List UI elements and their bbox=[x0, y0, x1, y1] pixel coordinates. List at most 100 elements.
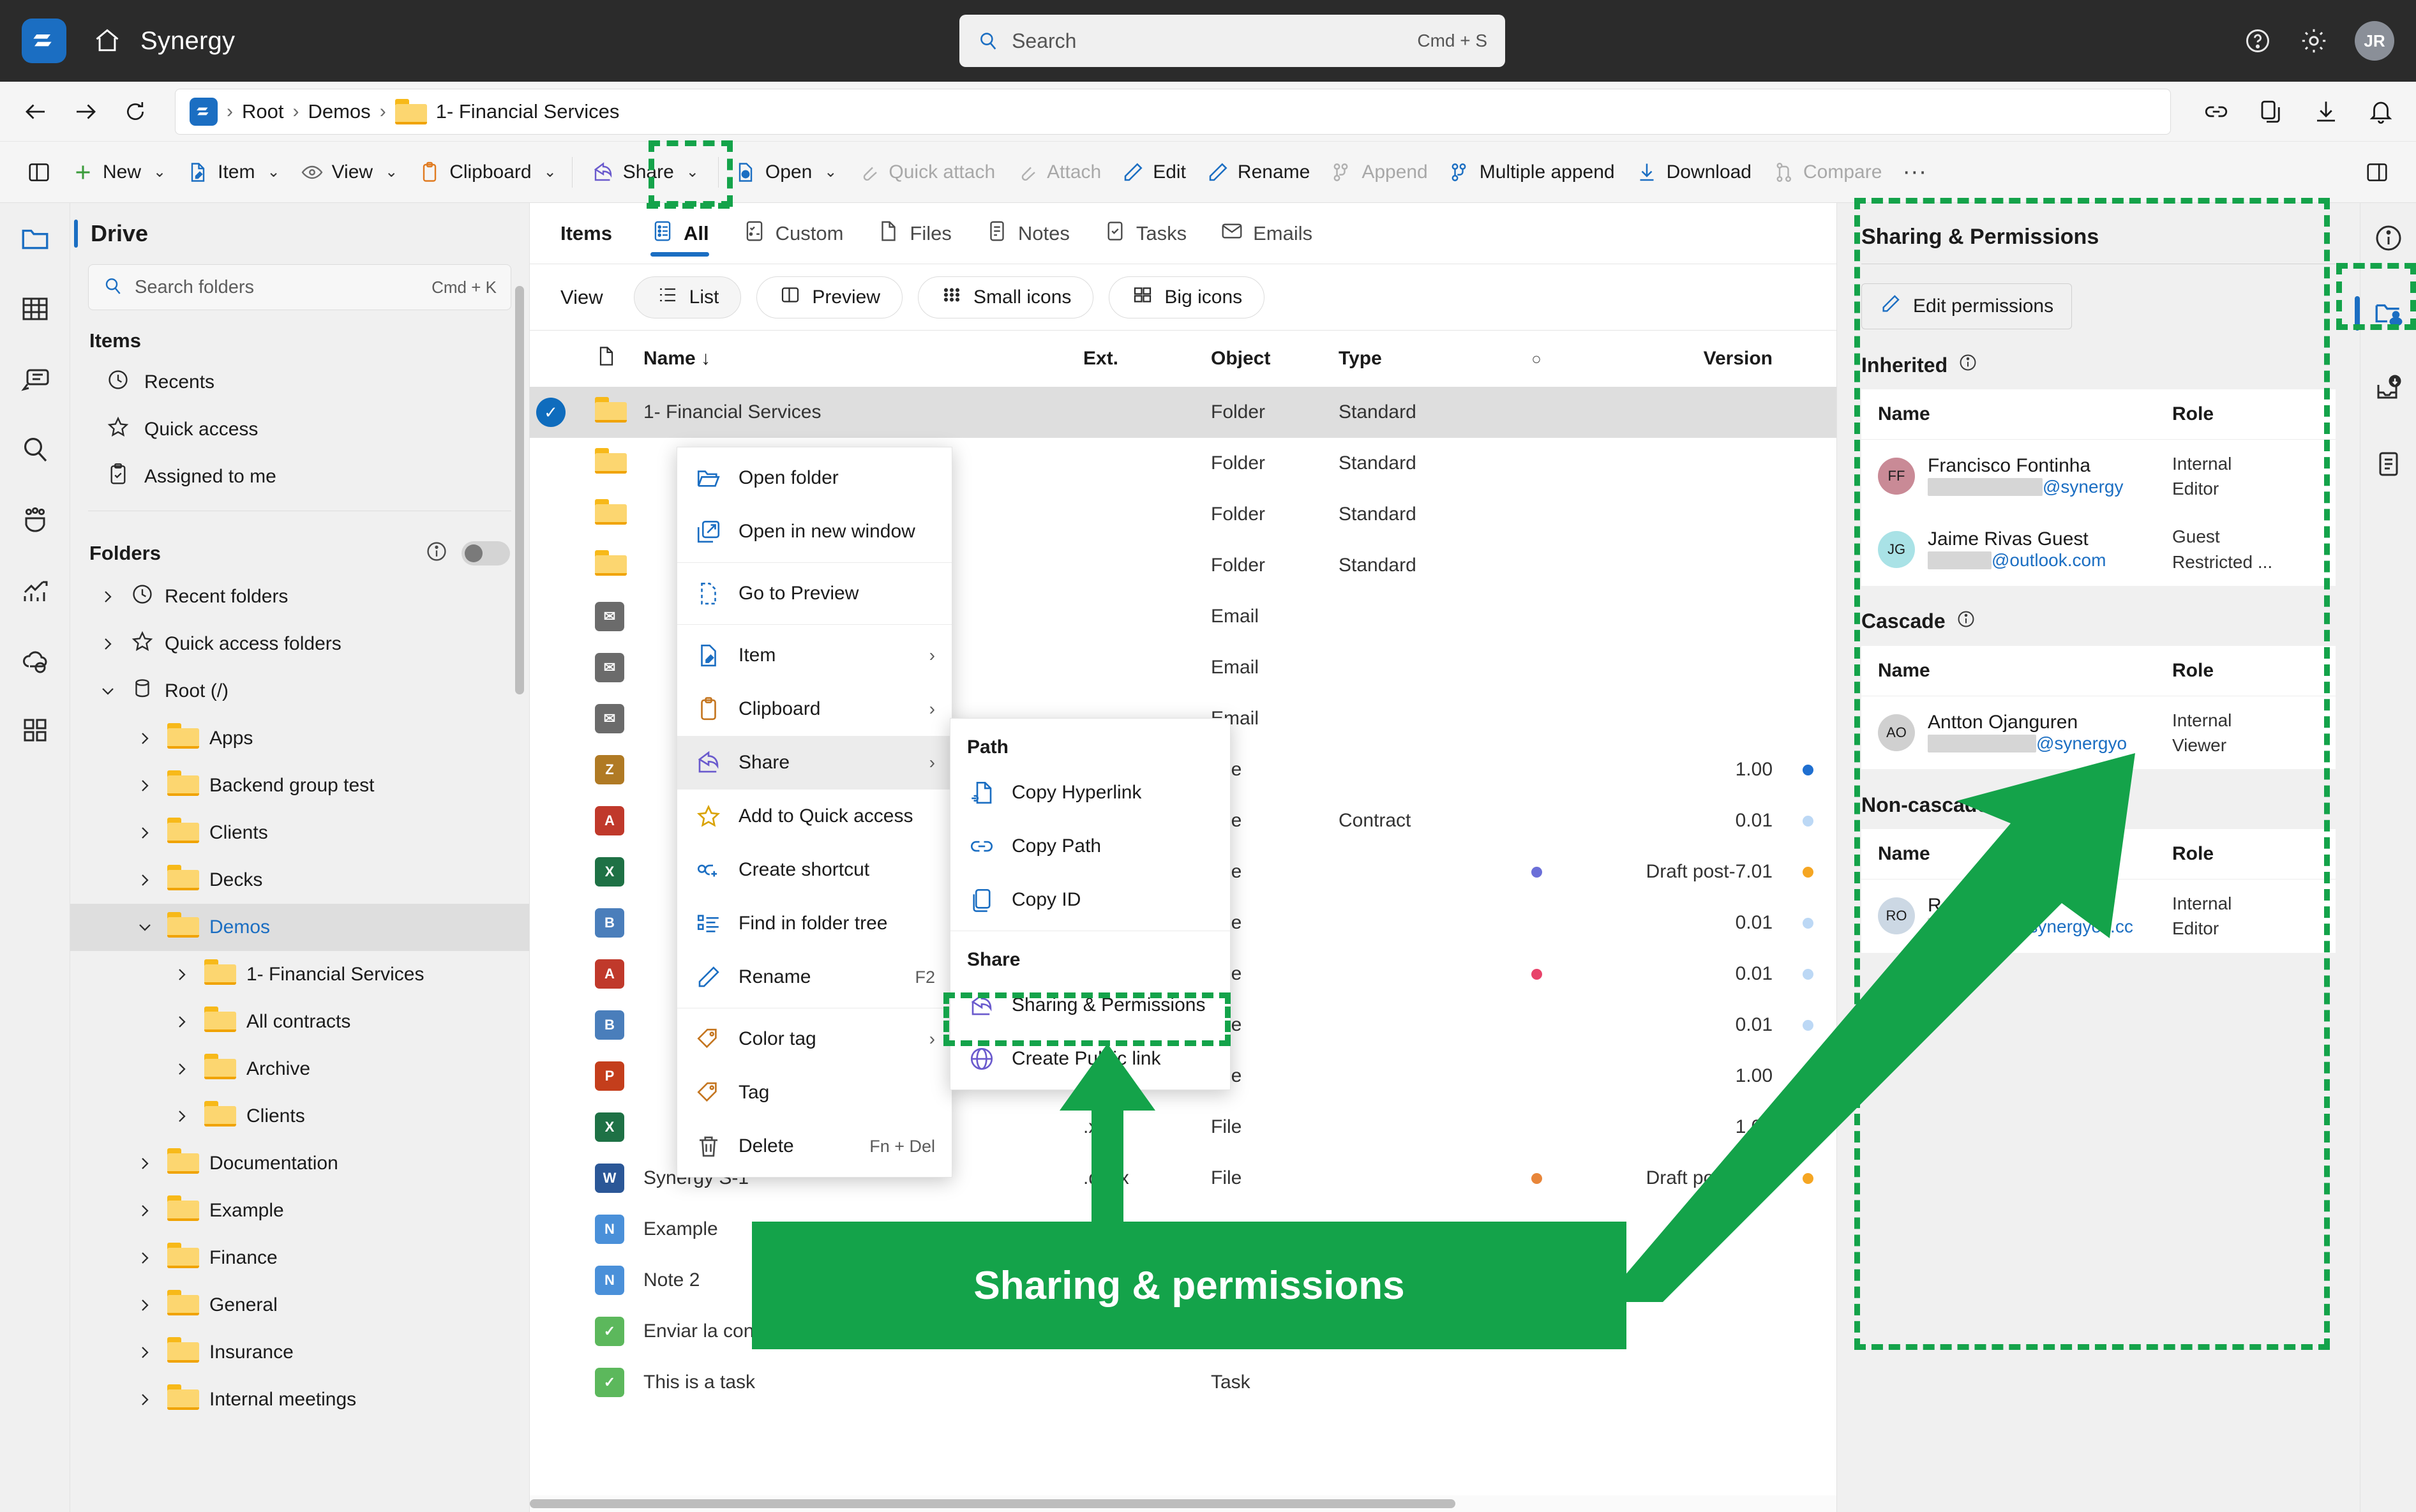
view-mode-preview[interactable]: Preview bbox=[756, 276, 903, 318]
sidebar-item-assigned-to-me[interactable]: Assigned to me bbox=[70, 453, 529, 500]
home-icon[interactable] bbox=[91, 24, 124, 57]
rail-card-list-icon[interactable] bbox=[15, 359, 56, 400]
tree-node-internal-meetings[interactable]: Internal meetings bbox=[70, 1376, 529, 1423]
cell-select[interactable] bbox=[530, 846, 589, 897]
refresh-icon[interactable] bbox=[119, 95, 152, 128]
tree-node-decks[interactable]: Decks bbox=[70, 857, 529, 904]
chevron-right-icon[interactable] bbox=[133, 1248, 157, 1268]
chevron-right-icon[interactable] bbox=[170, 964, 194, 985]
rail-folder-drive-icon[interactable] bbox=[15, 218, 56, 259]
cell-select[interactable] bbox=[530, 438, 589, 489]
table-row[interactable]: ✓ 1- Financial Services Folder Standard bbox=[530, 387, 1836, 438]
search-input[interactable]: Search Cmd + S bbox=[959, 15, 1506, 67]
tree-node-demos[interactable]: Demos bbox=[70, 904, 529, 951]
rail-analytics-icon[interactable] bbox=[15, 569, 56, 610]
cell-select[interactable] bbox=[530, 1357, 589, 1408]
breadcrumb-item-root[interactable]: Root bbox=[242, 100, 283, 123]
menu-item-open-in-new-window[interactable]: Open in new window bbox=[677, 505, 952, 558]
context-menu[interactable]: Open folder Open in new window Go to Previ… bbox=[677, 447, 952, 1178]
menu-item-color-tag[interactable]: Color tag › bbox=[677, 1012, 952, 1066]
cell-select[interactable] bbox=[530, 1153, 589, 1204]
chevron-right-icon[interactable] bbox=[96, 587, 120, 607]
tab-tasks[interactable]: Tasks bbox=[1086, 203, 1203, 264]
rail-document-icon[interactable] bbox=[2369, 444, 2408, 484]
breadcrumb-item-demos[interactable]: Demos bbox=[308, 100, 370, 123]
tree-node-clients[interactable]: Clients bbox=[70, 1093, 529, 1140]
cell-select[interactable] bbox=[530, 591, 589, 642]
arrow-left-icon[interactable] bbox=[19, 95, 52, 128]
cell-select[interactable] bbox=[530, 642, 589, 693]
tree-node-documentation[interactable]: Documentation bbox=[70, 1140, 529, 1187]
tree-node-quick-access-folders[interactable]: Quick access folders bbox=[70, 620, 529, 668]
ribbon-quick-attach-button[interactable]: Quick attach bbox=[847, 151, 1005, 193]
submenu-item-copy-path[interactable]: Copy Path bbox=[950, 820, 1230, 873]
ribbon-attach-button[interactable]: Attach bbox=[1005, 151, 1111, 193]
rail-search-icon[interactable] bbox=[15, 429, 56, 470]
cell-name[interactable]: This is a task bbox=[637, 1357, 1077, 1408]
avatar[interactable]: JR bbox=[2355, 21, 2394, 61]
sidebar-scrollbar[interactable] bbox=[515, 286, 524, 694]
menu-item-go-to-preview[interactable]: Go to Preview bbox=[677, 567, 952, 620]
cell-select[interactable] bbox=[530, 1204, 589, 1255]
menu-item-open-folder[interactable]: Open folder bbox=[677, 451, 952, 505]
tree-node-finance[interactable]: Finance bbox=[70, 1234, 529, 1282]
toggle-left-panel-button[interactable] bbox=[17, 151, 61, 193]
menu-item-find-in-folder-tree[interactable]: Find in folder tree bbox=[677, 897, 952, 950]
cell-select[interactable] bbox=[530, 744, 589, 795]
ribbon-item-button[interactable]: Item ⌄ bbox=[176, 151, 290, 193]
tree-node-clients[interactable]: Clients bbox=[70, 809, 529, 857]
tree-node-insurance[interactable]: Insurance bbox=[70, 1329, 529, 1376]
tab-files[interactable]: Files bbox=[860, 203, 968, 264]
arrow-right-icon[interactable] bbox=[69, 95, 102, 128]
cell-select[interactable] bbox=[530, 1255, 589, 1306]
cell-select[interactable] bbox=[530, 540, 589, 591]
ribbon-download-button[interactable]: Download bbox=[1625, 151, 1762, 193]
ribbon-new-button[interactable]: New ⌄ bbox=[61, 151, 176, 193]
sidebar-item-recents[interactable]: Recents bbox=[70, 359, 529, 406]
row-checkbox-checked[interactable]: ✓ bbox=[536, 398, 566, 427]
toggle-right-panel-button[interactable] bbox=[2355, 151, 2399, 193]
view-mode-small-icons[interactable]: Small icons bbox=[918, 276, 1094, 318]
chevron-right-icon[interactable] bbox=[133, 1201, 157, 1221]
chevron-right-icon[interactable] bbox=[96, 634, 120, 654]
tree-node-apps[interactable]: Apps bbox=[70, 715, 529, 762]
ribbon-overflow-button[interactable]: ··· bbox=[1892, 151, 1937, 193]
view-mode-list[interactable]: List bbox=[633, 276, 742, 318]
ribbon-rename-button[interactable]: Rename bbox=[1196, 151, 1320, 193]
breadcrumb[interactable]: › Root › Demos › 1- Financial Services bbox=[175, 88, 2171, 135]
th-ext[interactable]: Ext. bbox=[1077, 331, 1204, 387]
ribbon-clipboard-button[interactable]: Clipboard ⌄ bbox=[408, 151, 567, 193]
submenu-item-copy-id[interactable]: Copy ID bbox=[950, 873, 1230, 927]
chevron-right-icon[interactable] bbox=[133, 1295, 157, 1315]
cell-select[interactable] bbox=[530, 1102, 589, 1153]
tree-node-archive[interactable]: Archive bbox=[70, 1045, 529, 1093]
tree-node-backend-group-test[interactable]: Backend group test bbox=[70, 762, 529, 809]
chevron-down-icon[interactable] bbox=[133, 917, 157, 938]
download-icon[interactable] bbox=[2310, 96, 2342, 128]
cell-select[interactable] bbox=[530, 693, 589, 744]
th-name[interactable]: Name ↓ bbox=[637, 331, 1077, 387]
chevron-right-icon[interactable] bbox=[170, 1012, 194, 1032]
tab-notes[interactable]: Notes bbox=[968, 203, 1086, 264]
help-icon[interactable] bbox=[2242, 26, 2273, 56]
menu-item-rename[interactable]: Rename F2 bbox=[677, 950, 952, 1004]
chevron-right-icon[interactable] bbox=[133, 823, 157, 843]
cell-select[interactable] bbox=[530, 897, 589, 948]
synergy-logo-icon[interactable] bbox=[22, 19, 66, 63]
tab-emails[interactable]: Emails bbox=[1203, 203, 1329, 264]
cell-name[interactable]: 1- Financial Services bbox=[637, 387, 1077, 438]
cell-select[interactable] bbox=[530, 999, 589, 1051]
th-object[interactable]: Object bbox=[1204, 331, 1332, 387]
scrollbar-thumb[interactable] bbox=[530, 1499, 1455, 1508]
chevron-right-icon[interactable] bbox=[133, 775, 157, 796]
menu-item-add-to-quick-access[interactable]: Add to Quick access bbox=[677, 790, 952, 843]
rail-teams-icon[interactable] bbox=[15, 499, 56, 540]
ribbon-multiple-append-button[interactable]: Multiple append bbox=[1438, 151, 1625, 193]
view-mode-big-icons[interactable]: Big icons bbox=[1109, 276, 1265, 318]
chevron-right-icon[interactable] bbox=[133, 870, 157, 890]
ribbon-open-button[interactable]: Open ⌄ bbox=[724, 151, 848, 193]
breadcrumb-item-current[interactable]: 1- Financial Services bbox=[436, 100, 620, 123]
tree-node-example[interactable]: Example bbox=[70, 1187, 529, 1234]
menu-item-tag[interactable]: Tag bbox=[677, 1066, 952, 1119]
tab-custom[interactable]: Custom bbox=[726, 203, 860, 264]
